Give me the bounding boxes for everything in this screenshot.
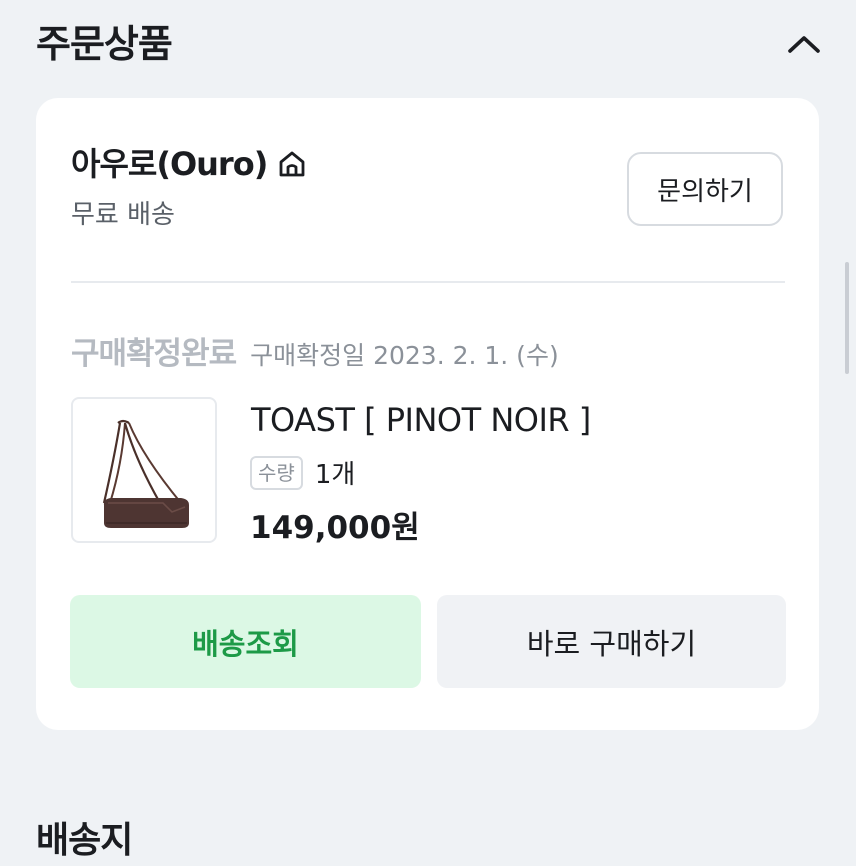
inquiry-button[interactable]: 문의하기 [627, 152, 783, 226]
quantity-value: 1개 [314, 460, 356, 490]
section-title: 주문상품 [36, 22, 173, 66]
confirm-date: 구매확정일 2023. 2. 1. (수) [250, 341, 559, 370]
order-status-label: 구매확정완료 [71, 336, 237, 372]
shipping-info: 무료 배송 [71, 200, 175, 230]
order-card: 아우로(Ouro) 무료 배송 문의하기 구매확정완료 구매확정일 2023. … [36, 98, 819, 730]
home-icon [277, 149, 307, 179]
shipping-address-title: 배송지 [36, 820, 133, 861]
chevron-up-icon [788, 36, 820, 53]
product-thumbnail[interactable] [71, 397, 217, 543]
collapse-button[interactable] [782, 22, 826, 66]
divider [71, 281, 785, 283]
product-image [102, 419, 189, 528]
track-delivery-button[interactable]: 배송조회 [70, 595, 421, 688]
scrollbar[interactable] [845, 262, 849, 374]
buy-again-button[interactable]: 바로 구매하기 [437, 595, 786, 688]
order-status-row: 구매확정완료 구매확정일 2023. 2. 1. (수) [71, 328, 559, 373]
quantity-badge: 수량 [250, 455, 303, 490]
order-items-header: 주문상품 [36, 18, 826, 70]
product-name[interactable]: TOAST [ PINOT NOIR ] [251, 398, 591, 442]
seller-name: 아우로(Ouro) [71, 145, 268, 183]
seller-link[interactable]: 아우로(Ouro) [71, 142, 307, 186]
quantity-row: 수량 1개 [250, 454, 355, 491]
product-price: 149,000원 [250, 510, 420, 546]
